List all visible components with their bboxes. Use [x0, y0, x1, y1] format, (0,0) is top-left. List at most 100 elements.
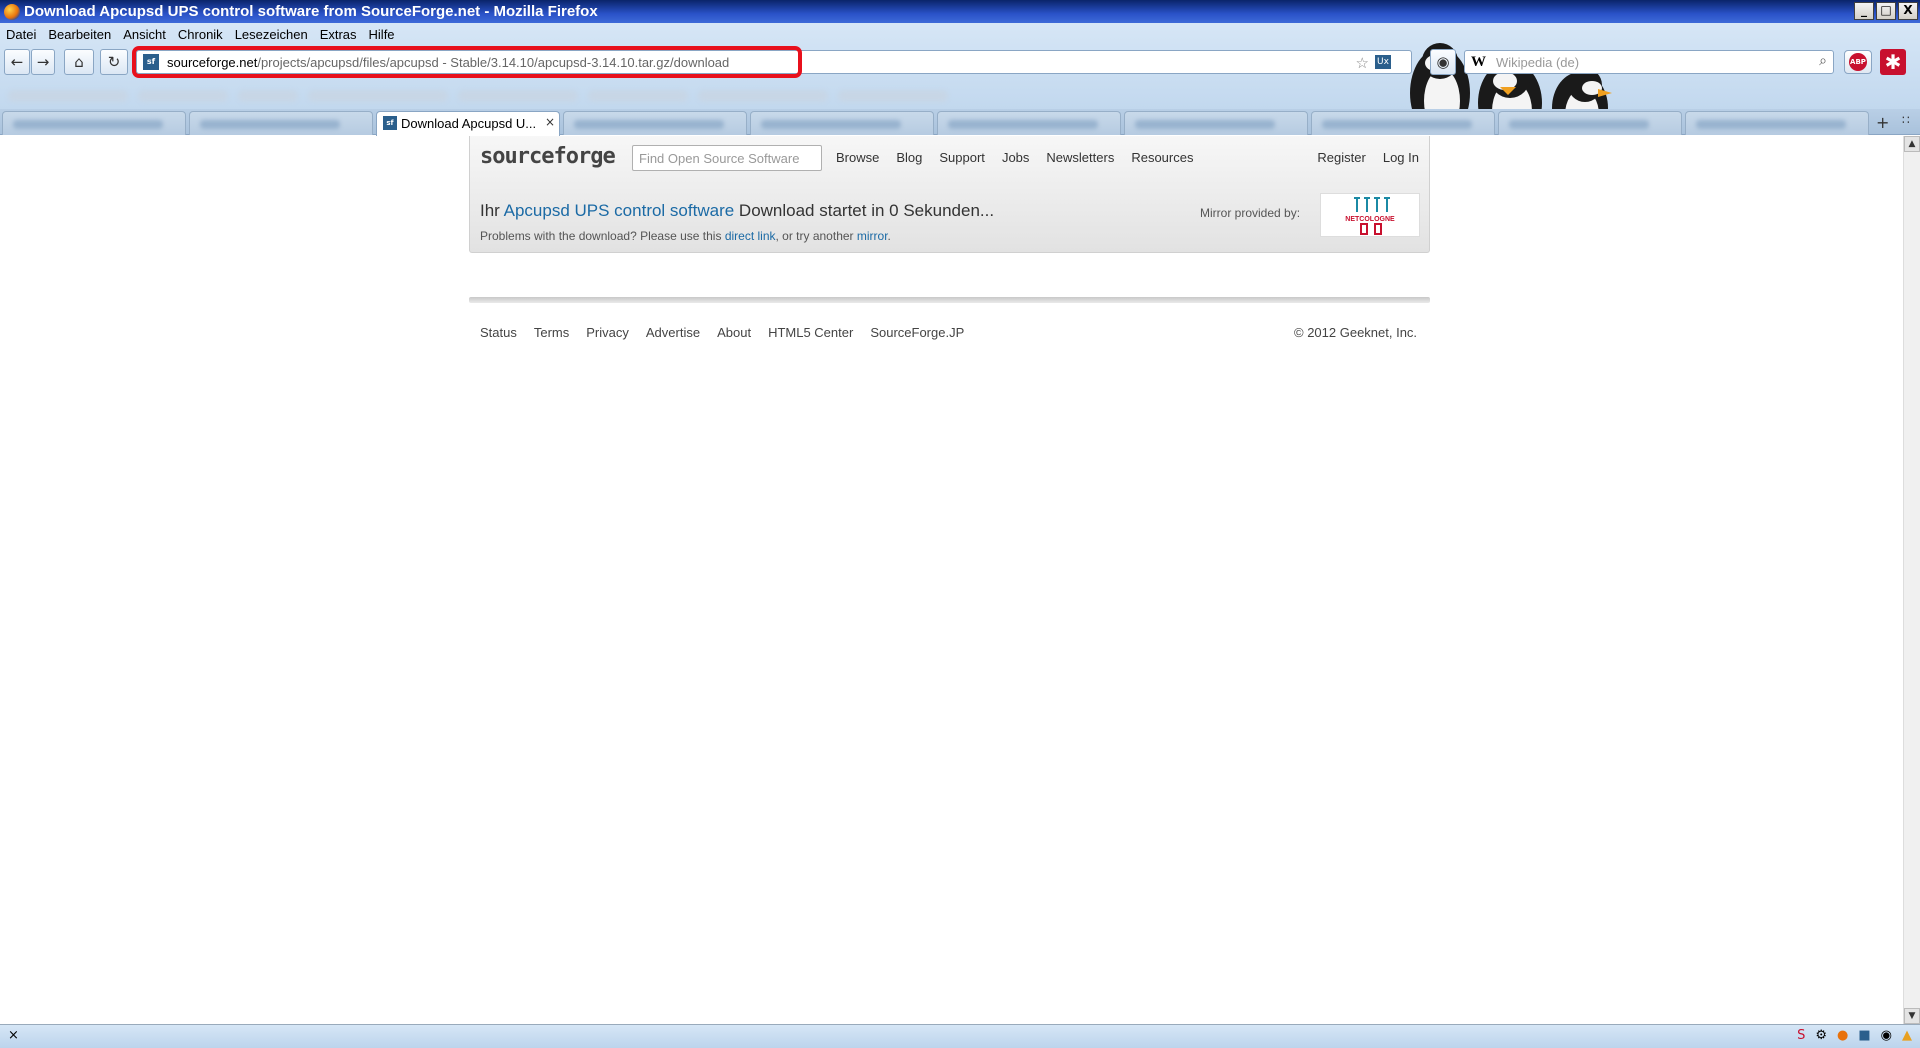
list-all-tabs-button[interactable]: ∷ [1902, 113, 1910, 127]
sync-icon[interactable]: ◉ [1881, 1028, 1892, 1043]
url-highlight-annotation [132, 46, 802, 78]
direct-link[interactable]: direct link [725, 229, 776, 243]
footer-html5-center[interactable]: HTML5 Center [768, 325, 853, 340]
ux-status-icon[interactable]: ■ [1858, 1028, 1870, 1043]
tab[interactable] [1685, 111, 1869, 135]
ux-addon-icon[interactable]: Ux [1375, 55, 1391, 69]
firefox-status-icon[interactable]: ● [1837, 1028, 1848, 1043]
problem-mid: , or try another [775, 229, 857, 243]
skype-icon[interactable]: S [1797, 1028, 1805, 1043]
footer-status[interactable]: Status [480, 325, 517, 340]
search-bar[interactable]: W Wikipedia (de) ⌕ [1464, 50, 1834, 74]
bookmarks-toolbar [0, 84, 1300, 108]
forward-button[interactable]: → [31, 49, 55, 75]
msg-prefix: Ihr [480, 201, 504, 220]
register-link[interactable]: Register [1317, 150, 1365, 165]
problem-prefix: Problems with the download? Please use t… [480, 229, 725, 243]
bookmark-item[interactable] [588, 90, 688, 102]
tools-icon[interactable]: ⚙ [1815, 1028, 1827, 1043]
bookmark-item[interactable] [138, 90, 228, 102]
search-go-icon[interactable]: ⌕ [1819, 53, 1827, 69]
maximize-button[interactable]: □ [1876, 2, 1896, 20]
copyright: © 2012 Geeknet, Inc. [1294, 325, 1418, 340]
menu-extras[interactable]: Extras [314, 27, 363, 42]
addon-button[interactable]: ✱ [1880, 49, 1906, 75]
window-title: Download Apcupsd UPS control software fr… [24, 3, 598, 20]
tab[interactable] [1124, 111, 1308, 135]
login-link[interactable]: Log In [1383, 150, 1419, 165]
footer-about[interactable]: About [717, 325, 751, 340]
menu-lesezeichen[interactable]: Lesezeichen [229, 27, 314, 42]
project-link[interactable]: Apcupsd UPS control software [504, 201, 735, 220]
vertical-scrollbar[interactable]: ▲ ▼ [1903, 136, 1920, 1024]
nav-blog[interactable]: Blog [896, 150, 922, 165]
forward-icon: → [36, 53, 50, 71]
menu-bar: Datei Bearbeiten Ansicht Chronik Lesezei… [0, 23, 401, 45]
notify-icon[interactable]: ▲ [1902, 1028, 1912, 1043]
bookmark-item[interactable] [698, 90, 828, 102]
nav-newsletters[interactable]: Newsletters [1046, 150, 1114, 165]
footer-terms[interactable]: Terms [534, 325, 569, 340]
navigation-toolbar: ← → ⌂ ↻ sf sourceforge.net/projects/apcu… [0, 46, 1920, 80]
reload-icon: ↻ [107, 53, 121, 71]
footer-advertise[interactable]: Advertise [646, 325, 700, 340]
bookmark-item[interactable] [308, 90, 448, 102]
bookmark-item[interactable] [8, 90, 128, 102]
tab-close-icon[interactable]: × [545, 115, 555, 129]
page-icon-button[interactable]: ◉ [1430, 49, 1456, 75]
firefox-icon [4, 3, 20, 20]
tab[interactable] [750, 111, 934, 135]
mirror-link[interactable]: mirror [857, 229, 888, 243]
sourceforge-logo[interactable]: sourceforge [480, 144, 616, 169]
page-content: sourceforge Find Open Source Software Br… [0, 136, 1900, 1024]
footer-sourceforge-jp[interactable]: SourceForge.JP [870, 325, 964, 340]
tab[interactable] [2, 111, 186, 135]
back-button[interactable]: ← [4, 49, 30, 75]
bookmark-item[interactable] [458, 90, 578, 102]
menu-ansicht[interactable]: Ansicht [117, 27, 172, 42]
download-message: Ihr Apcupsd UPS control software Downloa… [480, 201, 994, 221]
menu-hilfe[interactable]: Hilfe [363, 27, 401, 42]
netcologne-label: NETCOLOGNE [1345, 216, 1395, 223]
mirror-label: Mirror provided by: [1200, 206, 1301, 220]
msg-suffix: Download startet in 0 Sekunden... [734, 201, 995, 220]
reload-button[interactable]: ↻ [100, 49, 128, 75]
tab[interactable] [1311, 111, 1495, 135]
scroll-down-icon[interactable]: ▼ [1904, 1008, 1920, 1024]
close-window-button[interactable]: X [1898, 2, 1918, 20]
nav-browse[interactable]: Browse [836, 150, 879, 165]
bookmark-star-icon[interactable]: ☆ [1356, 54, 1369, 72]
nav-jobs[interactable]: Jobs [1002, 150, 1029, 165]
minimize-button[interactable]: _ [1854, 2, 1874, 20]
tab-active[interactable]: sf Download Apcupsd U... × [376, 111, 560, 136]
menu-bearbeiten[interactable]: Bearbeiten [42, 27, 117, 42]
sf-divider [469, 297, 1430, 303]
menu-chronik[interactable]: Chronik [172, 27, 229, 42]
menu-datei[interactable]: Datei [0, 27, 42, 42]
search-input[interactable]: Wikipedia (de) [1496, 55, 1579, 70]
wikipedia-icon[interactable]: W [1471, 54, 1486, 71]
home-button[interactable]: ⌂ [64, 49, 94, 75]
nav-support[interactable]: Support [939, 150, 985, 165]
footer-privacy[interactable]: Privacy [586, 325, 629, 340]
back-icon: ← [10, 53, 24, 71]
bookmark-item[interactable] [838, 90, 948, 102]
tab[interactable] [189, 111, 373, 135]
globe-icon: ◉ [1436, 53, 1450, 71]
download-problem-text: Problems with the download? Please use t… [480, 229, 891, 243]
tab[interactable] [937, 111, 1121, 135]
nav-resources[interactable]: Resources [1131, 150, 1193, 165]
sf-search-input[interactable]: Find Open Source Software [632, 145, 822, 171]
scroll-up-icon[interactable]: ▲ [1904, 136, 1920, 152]
sourceforge-favicon: sf [383, 116, 397, 130]
netcologne-logo[interactable]: NETCOLOGNE [1320, 193, 1420, 237]
tab[interactable] [563, 111, 747, 135]
adblock-button[interactable]: ABP [1844, 50, 1872, 74]
bookmark-item[interactable] [238, 90, 298, 102]
status-icons: S ⚙ ● ■ ◉ ▲ [1797, 1028, 1912, 1043]
window-titlebar: Download Apcupsd UPS control software fr… [0, 0, 1920, 23]
tab[interactable] [1498, 111, 1682, 135]
tab-label: Download Apcupsd U... [401, 116, 537, 131]
new-tab-button[interactable]: + [1876, 113, 1889, 132]
close-findbar-icon[interactable]: × [8, 1028, 19, 1043]
